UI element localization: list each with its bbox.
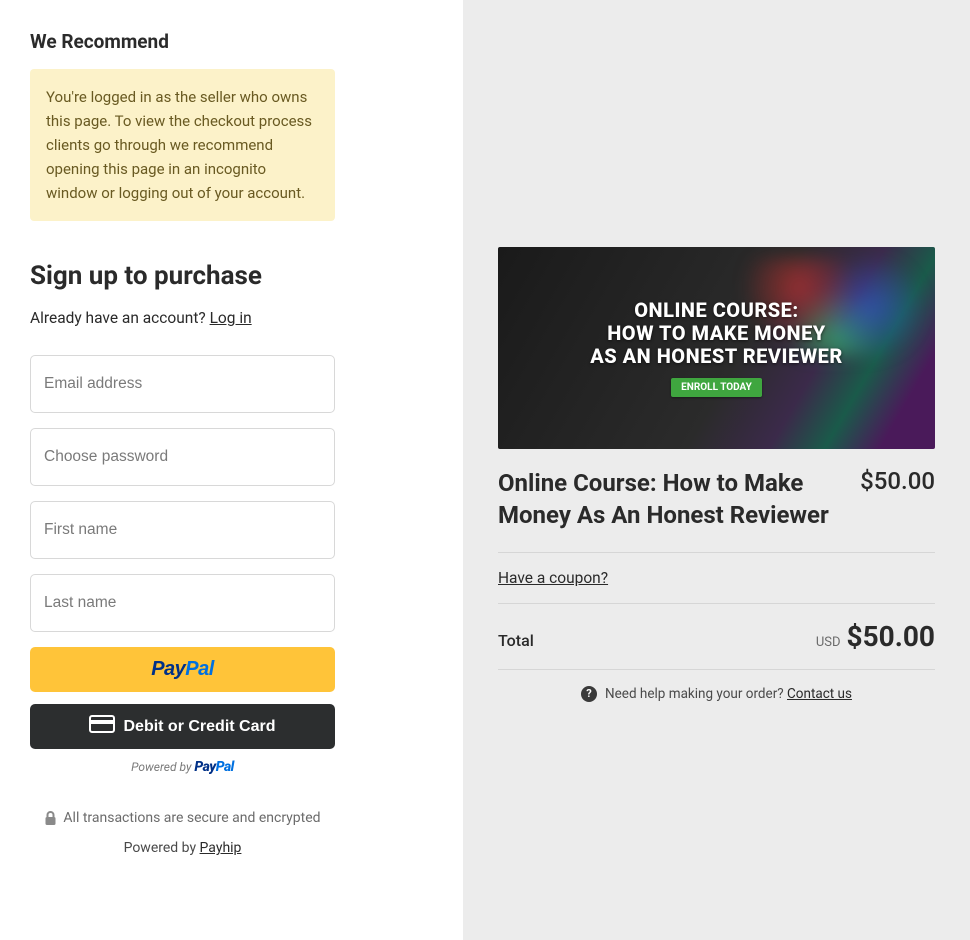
total-currency: USD <box>816 635 841 650</box>
card-button-label: Debit or Credit Card <box>123 718 275 736</box>
product-title: Online Course: How to Make Money As An H… <box>498 467 840 532</box>
contact-us-link[interactable]: Contact us <box>787 686 852 702</box>
product-image-title: ONLINE COURSE: HOW TO MAKE MONEY AS AN H… <box>590 299 843 368</box>
paypal-small-logo-icon: PayPal <box>194 759 233 775</box>
enroll-badge: ENROLL TODAY <box>671 378 762 397</box>
secure-transactions-note: All transactions are secure and encrypte… <box>30 810 335 826</box>
secure-text: All transactions are secure and encrypte… <box>63 810 320 826</box>
help-row: ? Need help making your order? Contact u… <box>498 670 935 702</box>
first-name-field[interactable] <box>30 501 335 559</box>
credit-card-icon <box>89 715 115 738</box>
lock-icon <box>44 811 57 826</box>
product-price: $50.00 <box>860 467 935 532</box>
help-icon: ? <box>581 686 597 702</box>
checkout-form-panel: We Recommend You're logged in as the sel… <box>0 0 463 940</box>
payhip-link[interactable]: Payhip <box>200 840 242 856</box>
paypal-button[interactable]: PayPal <box>30 647 335 692</box>
email-field[interactable] <box>30 355 335 413</box>
debit-credit-card-button[interactable]: Debit or Credit Card <box>30 704 335 749</box>
total-amount: $50.00 <box>847 620 935 653</box>
password-field[interactable] <box>30 428 335 486</box>
login-prompt-text: Already have an account? <box>30 309 210 327</box>
total-label: Total <box>498 631 534 650</box>
help-text: Need help making your order? <box>605 686 787 702</box>
product-image: ONLINE COURSE: HOW TO MAKE MONEY AS AN H… <box>498 247 935 449</box>
powered-by-paypal: Powered by PayPal <box>30 759 335 775</box>
signup-heading: Sign up to purchase <box>30 261 433 291</box>
coupon-link[interactable]: Have a coupon? <box>498 553 935 603</box>
powered-by-payhip: Powered by Payhip <box>30 840 335 856</box>
last-name-field[interactable] <box>30 574 335 632</box>
recommend-heading: We Recommend <box>30 30 433 53</box>
spacer <box>498 30 935 247</box>
order-summary-panel: ONLINE COURSE: HOW TO MAKE MONEY AS AN H… <box>463 0 970 940</box>
login-link[interactable]: Log in <box>210 309 252 327</box>
total-row: Total USD $50.00 <box>498 604 935 669</box>
product-row: Online Course: How to Make Money As An H… <box>498 467 935 532</box>
login-prompt: Already have an account? Log in <box>30 309 433 327</box>
paypal-logo-icon: PayPal <box>151 658 214 681</box>
seller-info-notice: You're logged in as the seller who owns … <box>30 69 335 221</box>
